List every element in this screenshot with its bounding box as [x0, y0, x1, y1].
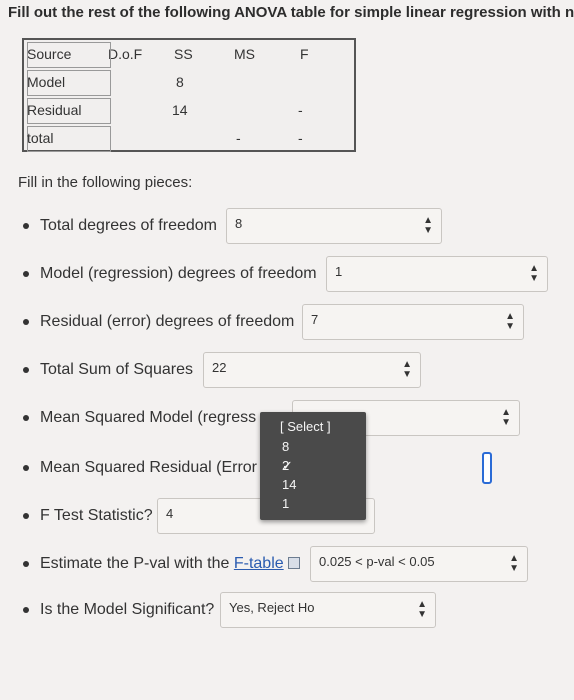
option-text: 2 [282, 458, 290, 473]
dropdown-option[interactable]: 14 [260, 476, 366, 496]
question-heading: Fill out the rest of the following ANOVA… [8, 4, 574, 21]
question-label: Total degrees of freedom [40, 217, 217, 234]
updown-arrows-icon: ▲ ▼ [417, 599, 427, 620]
question-label: Mean Squared Residual (Error [40, 459, 257, 476]
model-dof-select[interactable]: 1 ▲ ▼ [326, 256, 548, 292]
question-residual-dof: Residual (error) degrees of freedom 7 ▲ ▼ [0, 304, 574, 340]
question-p-value: Estimate the P-val with the F-table 0.02… [0, 546, 574, 582]
question-label: Residual (error) degrees of freedom [40, 313, 295, 330]
selected-value: 22 [212, 360, 227, 375]
bullet-icon [23, 319, 29, 325]
dropdown-placeholder-option[interactable]: [ Select ] [260, 418, 366, 438]
bullet-icon [23, 415, 29, 421]
f-table-link[interactable]: F-table [234, 555, 284, 572]
dropdown-option[interactable]: 1 [260, 495, 366, 515]
significance-select[interactable]: Yes, Reject Ho ▲ ▼ [220, 592, 436, 628]
question-label: F Test Statistic? [40, 507, 153, 524]
option-text: 1 [282, 496, 290, 511]
total-ss-select[interactable]: 22 ▲ ▼ [203, 352, 421, 388]
pval-label-text: Estimate the P-val with the [40, 555, 234, 572]
residual-dof-select[interactable]: 7 ▲ ▼ [302, 304, 524, 340]
question-total-dof: Total degrees of freedom 8 ▲ ▼ [0, 208, 574, 244]
question-label: Estimate the P-val with the F-table [40, 555, 300, 573]
question-model-dof: Model (regression) degrees of freedom 1 … [0, 256, 574, 292]
row-residual-f: - [298, 102, 303, 118]
updown-arrows-icon: ▲ ▼ [509, 553, 519, 574]
source-cell-border [27, 42, 111, 68]
selected-value: 0.025 < p-val < 0.05 [319, 554, 435, 569]
row-total-source: total [27, 130, 54, 146]
header-ss: SS [174, 46, 193, 62]
header-f: F [300, 46, 309, 62]
bullet-icon [23, 271, 29, 277]
option-text: 8 [282, 439, 290, 454]
fill-instructions: Fill in the following pieces: [18, 174, 193, 191]
selected-value: 8 [235, 216, 243, 231]
p-value-select[interactable]: 0.025 < p-val < 0.05 ▲ ▼ [310, 546, 528, 582]
selected-value: 4 [166, 506, 174, 521]
updown-arrows-icon: ▲ ▼ [505, 311, 515, 332]
bullet-icon [23, 223, 29, 229]
question-label: Is the Model Significant? [40, 601, 215, 618]
row-model-source: Model [27, 74, 66, 90]
question-label: Model (regression) degrees of freedom [40, 265, 317, 282]
updown-arrows-icon: ▲ ▼ [402, 359, 412, 380]
anova-table: Source D.o.F SS MS F Model 8 Residual 14… [22, 38, 356, 152]
row-residual-source: Residual [27, 102, 82, 118]
option-text: 14 [282, 477, 297, 492]
bullet-icon [23, 367, 29, 373]
dropdown-option-selected[interactable]: ✓ 2 [260, 457, 366, 477]
bullet-icon [23, 561, 29, 567]
total-dof-select[interactable]: 8 ▲ ▼ [226, 208, 442, 244]
updown-arrows-icon: ▲ ▼ [423, 215, 433, 236]
bullet-icon [23, 465, 29, 471]
dropdown-option[interactable]: 8 [260, 438, 366, 458]
header-dof: D.o.F [108, 46, 143, 62]
question-significance: Is the Model Significant? Yes, Reject Ho… [0, 592, 574, 628]
header-ms: MS [234, 46, 255, 62]
updown-arrows-icon: ▲ ▼ [501, 407, 511, 428]
question-total-ss: Total Sum of Squares 22 ▲ ▼ [0, 352, 574, 388]
selected-value: 1 [335, 264, 343, 279]
bullet-icon [23, 607, 29, 613]
row-residual-ss: 14 [172, 102, 188, 118]
selected-value: Yes, Reject Ho [229, 600, 315, 615]
table-file-icon[interactable] [287, 557, 300, 569]
placeholder-text: [ Select ] [280, 419, 331, 434]
question-label: Mean Squared Model (regress [40, 409, 257, 426]
row-total-ms: - [236, 130, 241, 146]
question-label: Total Sum of Squares [40, 361, 193, 378]
row-total-f: - [298, 130, 303, 146]
answer-dropdown-menu: [ Select ] 8 ✓ 2 14 1 [260, 412, 366, 520]
selected-value: 7 [311, 312, 319, 327]
row-model-ss: 8 [176, 74, 184, 90]
bullet-icon [23, 513, 29, 519]
updown-arrows-icon: ▲ ▼ [529, 263, 539, 284]
ms-residual-select[interactable] [482, 452, 492, 484]
